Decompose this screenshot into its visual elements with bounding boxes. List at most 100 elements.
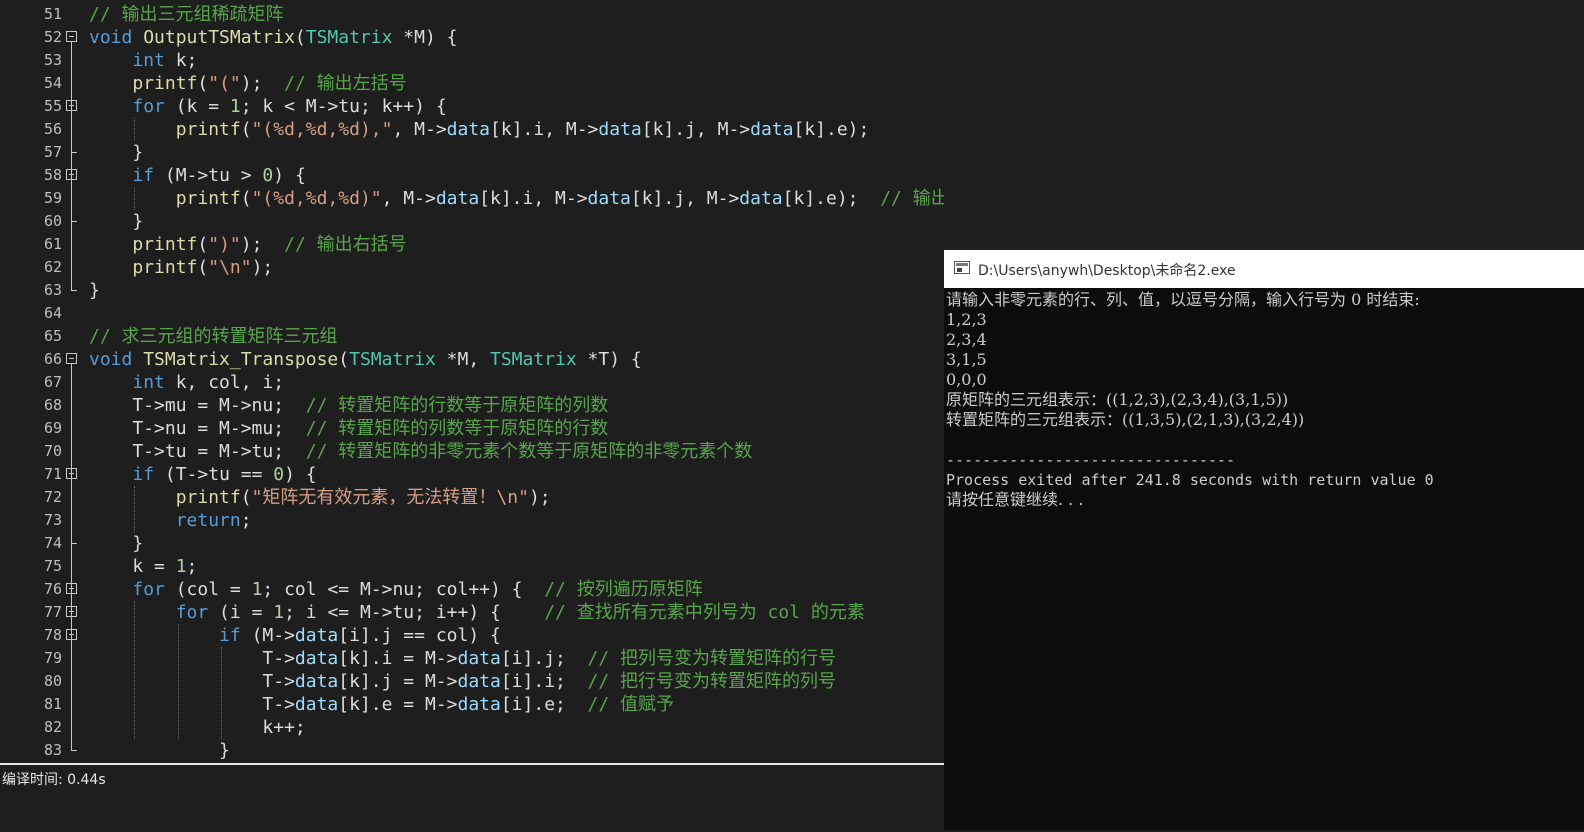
- code-line[interactable]: 51 // 输出三元组稀疏矩阵: [0, 3, 944, 26]
- line-number: 78: [43, 626, 62, 644]
- code-line[interactable]: 52 void OutputTSMatrix(TSMatrix *M) {: [0, 26, 944, 49]
- code-line[interactable]: 53 int k;: [0, 49, 944, 72]
- code-token: [k].j, M->: [641, 119, 751, 140]
- code-text: for (k = 1; k < M->tu; k++) {: [89, 95, 446, 118]
- code-token: // 输出最后一个元素，后面无逗号: [880, 188, 944, 209]
- code-line[interactable]: 55 for (k = 1; k < M->tu; k++) {: [0, 95, 944, 118]
- code-line[interactable]: 64: [0, 302, 944, 325]
- code-line[interactable]: 56 printf("(%d,%d,%d),", M->data[k].i, M…: [0, 118, 944, 141]
- code-token: }: [89, 533, 144, 554]
- line-number: 79: [43, 649, 62, 667]
- line-number: 80: [43, 672, 62, 690]
- code-text: int k, col, i;: [89, 371, 284, 394]
- fold-collapse-icon[interactable]: [66, 31, 77, 42]
- fold-collapse-icon[interactable]: [66, 353, 77, 364]
- code-token: ")": [208, 234, 241, 255]
- code-text: if (M->data[i].j == col) {: [89, 624, 501, 647]
- code-token: 1: [229, 96, 241, 117]
- code-line[interactable]: 74 }: [0, 532, 944, 555]
- code-line[interactable]: 73 return;: [0, 509, 944, 532]
- indent-guide: [134, 601, 136, 739]
- code-line[interactable]: 65 // 求三元组的转置矩阵三元组: [0, 325, 944, 348]
- line-number: 66: [43, 350, 62, 368]
- code-line[interactable]: 77 for (i = 1; i <= M->tu; i++) { // 查找所…: [0, 601, 944, 624]
- code-line[interactable]: 82 k++;: [0, 716, 944, 739]
- code-line[interactable]: 72 printf("矩阵无有效元素，无法转置！\n");: [0, 486, 944, 509]
- code-text: T->data[k].i = M->data[i].j; // 把列号变为转置矩…: [89, 647, 836, 670]
- code-token: k;: [164, 50, 198, 71]
- console-title-bar[interactable]: D:\Users\anywh\Desktop\未命名2.exe: [944, 250, 1584, 288]
- code-text: for (i = 1; i <= M->tu; i++) { // 查找所有元素…: [89, 601, 865, 624]
- code-text: T->mu = M->nu; // 转置矩阵的行数等于原矩阵的列数: [89, 394, 608, 417]
- code-line[interactable]: 69 T->nu = M->mu; // 转置矩阵的列数等于原矩阵的行数: [0, 417, 944, 440]
- code-token: ) {: [284, 464, 317, 485]
- code-line[interactable]: 61 printf(")"); // 输出右括号: [0, 233, 944, 256]
- code-token: (: [240, 119, 252, 140]
- code-line[interactable]: 68 T->mu = M->nu; // 转置矩阵的行数等于原矩阵的列数: [0, 394, 944, 417]
- code-line[interactable]: 59 printf("(%d,%d,%d)", M->data[k].i, M-…: [0, 187, 944, 210]
- console-line: Process exited after 241.8 seconds with …: [946, 471, 1434, 489]
- line-number: 71: [43, 465, 62, 483]
- code-token: ; col <= M->nu; col++) {: [262, 579, 545, 600]
- code-token: [i].j == col) {: [338, 625, 501, 646]
- code-token: // 把列号变为转置矩阵的行号: [587, 648, 837, 669]
- code-token: k++;: [89, 717, 306, 738]
- line-number: 72: [43, 488, 62, 506]
- code-line[interactable]: 54 printf("("); // 输出左括号: [0, 72, 944, 95]
- console-line: 1,2,3: [946, 310, 987, 329]
- code-token: (: [240, 487, 252, 508]
- code-line[interactable]: 80 T->data[k].j = M->data[i].i; // 把行号变为…: [0, 670, 944, 693]
- code-line[interactable]: 81 T->data[k].e = M->data[i].e; // 值赋予: [0, 693, 944, 716]
- code-token: (: [197, 234, 209, 255]
- code-line[interactable]: 66 void TSMatrix_Transpose(TSMatrix *M, T…: [0, 348, 944, 371]
- code-line[interactable]: 76 for (col = 1; col <= M->nu; col++) { …: [0, 578, 944, 601]
- code-line[interactable]: 58 if (M->tu > 0) {: [0, 164, 944, 187]
- code-token: [i].j;: [500, 648, 588, 669]
- code-text: T->tu = M->tu; // 转置矩阵的非零元素个数等于原矩阵的非零元素个…: [89, 440, 752, 463]
- code-text: // 输出三元组稀疏矩阵: [89, 3, 284, 26]
- console-line: 0,0,0: [946, 370, 987, 389]
- code-line[interactable]: 71 if (T->tu == 0) {: [0, 463, 944, 486]
- fold-guide: [71, 479, 72, 544]
- code-token: 0: [262, 165, 274, 186]
- code-token: }: [89, 740, 230, 760]
- code-line[interactable]: 60 }: [0, 210, 944, 233]
- code-token: OutputTSMatrix: [143, 27, 295, 48]
- code-text: printf(")"); // 输出右括号: [89, 233, 406, 256]
- code-text: if (M->tu > 0) {: [89, 164, 305, 187]
- code-token: // 按列遍历原矩阵: [544, 579, 703, 600]
- code-line[interactable]: 83 }: [0, 739, 944, 760]
- code-line[interactable]: 63}: [0, 279, 944, 302]
- code-line[interactable]: 62 printf("\n");: [0, 256, 944, 279]
- code-token: if: [219, 625, 241, 646]
- code-editor[interactable]: 51// 输出三元组稀疏矩阵 52 void OutputTSMatrix(TSMa…: [0, 0, 944, 760]
- code-token: data: [446, 119, 491, 140]
- console-window[interactable]: D:\Users\anywh\Desktop\未命名2.exe 请输入非零元素的…: [944, 250, 1584, 830]
- console-app-icon: [954, 261, 970, 274]
- code-line[interactable]: 78 if (M->data[i].j == col) {: [0, 624, 944, 647]
- console-output: 请输入非零元素的行、列、值，以逗号分隔，输入行号为 0 时结束: 1,2,3 2,3…: [946, 290, 1582, 510]
- line-number: 56: [43, 120, 62, 138]
- code-text: // 求三元组的转置矩阵三元组: [89, 325, 338, 348]
- code-text: k = 1;: [89, 555, 197, 578]
- code-token: T->: [89, 648, 295, 669]
- code-line[interactable]: 67 int k, col, i;: [0, 371, 944, 394]
- code-text: printf("("); // 输出左括号: [89, 72, 406, 95]
- code-token: (: [240, 188, 252, 209]
- code-token: printf: [132, 257, 198, 278]
- code-token: printf: [175, 487, 241, 508]
- code-line[interactable]: 75 k = 1;: [0, 555, 944, 578]
- line-number: 68: [43, 396, 62, 414]
- code-token: k, col, i;: [164, 372, 285, 393]
- code-line[interactable]: 70 T->tu = M->tu; // 转置矩阵的非零元素个数等于原矩阵的非零…: [0, 440, 944, 463]
- code-line[interactable]: 57 }: [0, 141, 944, 164]
- code-line[interactable]: 79 T->data[k].i = M->data[i].j; // 把列号变为…: [0, 647, 944, 670]
- code-token: (M->: [240, 625, 295, 646]
- code-token: data: [435, 188, 480, 209]
- code-text: int k;: [89, 49, 197, 72]
